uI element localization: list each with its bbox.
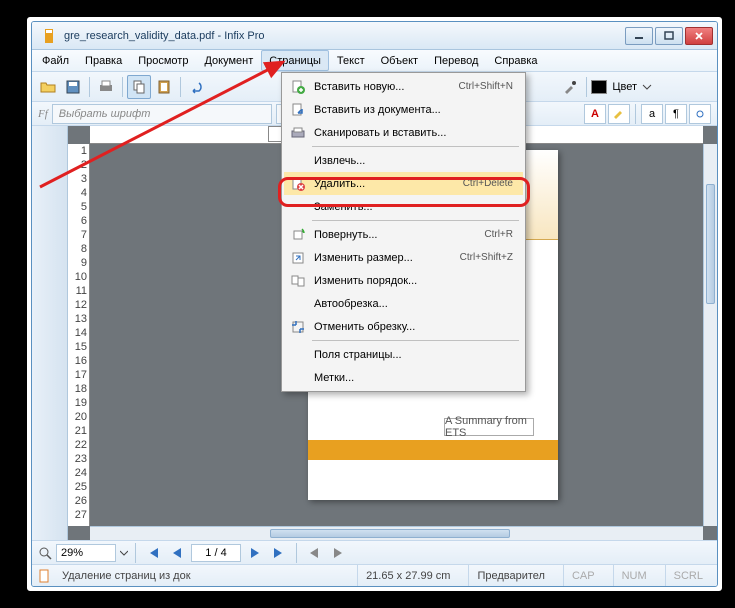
resize-icon <box>288 250 308 266</box>
menu-item--[interactable]: Удалить...Ctrl+Delete <box>284 172 523 195</box>
page-input[interactable]: 1 / 4 <box>191 544 241 562</box>
menu-item-label: Заменить... <box>308 201 513 213</box>
color-swatch[interactable] <box>591 80 607 94</box>
menu-item-label: Метки... <box>308 372 513 384</box>
menu-item-label: Сканировать и вставить... <box>308 127 513 139</box>
menu-текст[interactable]: Текст <box>329 50 373 71</box>
page-dimensions: 21.65 x 27.99 cm <box>357 565 458 586</box>
uncrop-icon <box>288 319 308 335</box>
menu-item-label: Извлечь... <box>308 155 513 167</box>
preview-label: Предварител <box>468 565 553 586</box>
pages-dropdown: Вставить новую...Ctrl+Shift+N Вставить из… <box>281 72 526 392</box>
menu-объект[interactable]: Объект <box>373 50 426 71</box>
highlight-button[interactable] <box>608 104 630 124</box>
scrollbar-vertical[interactable] <box>703 144 717 526</box>
reorder-icon <box>288 273 308 289</box>
menu-item--[interactable]: Заменить... <box>284 195 523 218</box>
open-button[interactable] <box>36 75 60 99</box>
menu-item--[interactable]: Сканировать и вставить... <box>284 121 523 144</box>
menu-просмотр[interactable]: Просмотр <box>130 50 196 71</box>
scrl-indicator: SCRL <box>665 565 711 586</box>
menu-item--[interactable]: Автообрезка... <box>284 292 523 315</box>
menu-item-label: Отменить обрезку... <box>308 321 513 333</box>
menu-перевод[interactable]: Перевод <box>426 50 486 71</box>
scanner-icon <box>288 125 308 141</box>
zoom-icon[interactable] <box>38 546 52 560</box>
close-button[interactable] <box>685 27 713 45</box>
menu-item-label: Повернуть... <box>308 229 484 241</box>
paste-button[interactable] <box>152 75 176 99</box>
undo-button[interactable] <box>185 75 209 99</box>
titlebar: gre_research_validity_data.pdf - Infix P… <box>32 22 717 50</box>
menu-документ[interactable]: Документ <box>196 50 261 71</box>
menu-item-shortcut: Ctrl+Delete <box>463 178 519 189</box>
style-a-button[interactable]: a <box>641 104 663 124</box>
print-button[interactable] <box>94 75 118 99</box>
page-delete-icon <box>288 176 308 192</box>
window-title: gre_research_validity_data.pdf - Infix P… <box>64 30 625 42</box>
first-page-button[interactable] <box>143 544 163 562</box>
menu-item-label: Поля страницы... <box>308 349 513 361</box>
summary-label: A Summary from ETS <box>444 418 534 436</box>
menu-item-shortcut: Ctrl+Shift+N <box>459 81 519 92</box>
menu-страницы[interactable]: Страницы <box>261 50 329 71</box>
menu-item-label: Вставить из документа... <box>308 104 513 116</box>
menu-item--[interactable]: Поля страницы... <box>284 343 523 366</box>
link-button[interactable] <box>689 104 711 124</box>
page-add-icon <box>288 79 308 95</box>
rotate-icon <box>288 227 308 243</box>
nav-forward-button[interactable] <box>328 544 348 562</box>
chevron-down-icon[interactable] <box>120 549 128 557</box>
menu-item-shortcut: Ctrl+R <box>484 229 519 240</box>
page-icon <box>38 569 52 583</box>
menu-item--[interactable]: Изменить размер...Ctrl+Shift+Z <box>284 246 523 269</box>
style-b-button[interactable]: ¶ <box>665 104 687 124</box>
text-color-button[interactable]: A <box>584 104 606 124</box>
ruler-vertical: 1234567891011121314151617181920212223242… <box>68 144 90 526</box>
menu-item--[interactable]: Вставить новую...Ctrl+Shift+N <box>284 75 523 98</box>
zoom-bar: 29% 1 / 4 <box>32 540 717 564</box>
menu-item--[interactable]: Повернуть...Ctrl+R <box>284 223 523 246</box>
menubar: ФайлПравкаПросмотрДокументСтраницыТекстО… <box>32 50 717 72</box>
chevron-down-icon[interactable] <box>642 82 652 92</box>
minimize-button[interactable] <box>625 27 653 45</box>
menu-item--[interactable]: Извлечь... <box>284 149 523 172</box>
prev-page-button[interactable] <box>167 544 187 562</box>
eyedropper-button[interactable] <box>558 75 582 99</box>
page-import-icon <box>288 102 308 118</box>
maximize-button[interactable] <box>655 27 683 45</box>
next-page-button[interactable] <box>245 544 265 562</box>
nav-back-button[interactable] <box>304 544 324 562</box>
zoom-selector[interactable]: 29% <box>56 544 116 562</box>
last-page-button[interactable] <box>269 544 289 562</box>
menu-item-shortcut: Ctrl+Shift+Z <box>460 252 519 263</box>
menu-item-label: Изменить порядок... <box>308 275 513 287</box>
menu-item--[interactable]: Отменить обрезку... <box>284 315 523 338</box>
caps-indicator: CAP <box>563 565 603 586</box>
side-toolbar <box>32 126 68 540</box>
menu-item--[interactable]: Изменить порядок... <box>284 269 523 292</box>
menu-item-label: Изменить размер... <box>308 252 460 264</box>
app-icon <box>42 28 58 44</box>
menu-item-label: Автообрезка... <box>308 298 513 310</box>
color-label: Цвет <box>612 81 637 93</box>
num-indicator: NUM <box>613 565 655 586</box>
scrollbar-horizontal[interactable] <box>90 526 703 540</box>
font-selector[interactable]: Выбрать шрифт <box>52 104 272 124</box>
copy-button[interactable] <box>127 75 151 99</box>
statusbar: Удаление страниц из док 21.65 x 27.99 cm… <box>32 564 717 586</box>
menu-item--[interactable]: Вставить из документа... <box>284 98 523 121</box>
menu-item-label: Вставить новую... <box>308 81 459 93</box>
save-button[interactable] <box>61 75 85 99</box>
menu-item--[interactable]: Метки... <box>284 366 523 389</box>
menu-item-label: Удалить... <box>308 178 463 190</box>
menu-справка[interactable]: Справка <box>486 50 545 71</box>
menu-правка[interactable]: Правка <box>77 50 130 71</box>
menu-файл[interactable]: Файл <box>34 50 77 71</box>
status-text: Удаление страниц из док <box>62 570 222 582</box>
